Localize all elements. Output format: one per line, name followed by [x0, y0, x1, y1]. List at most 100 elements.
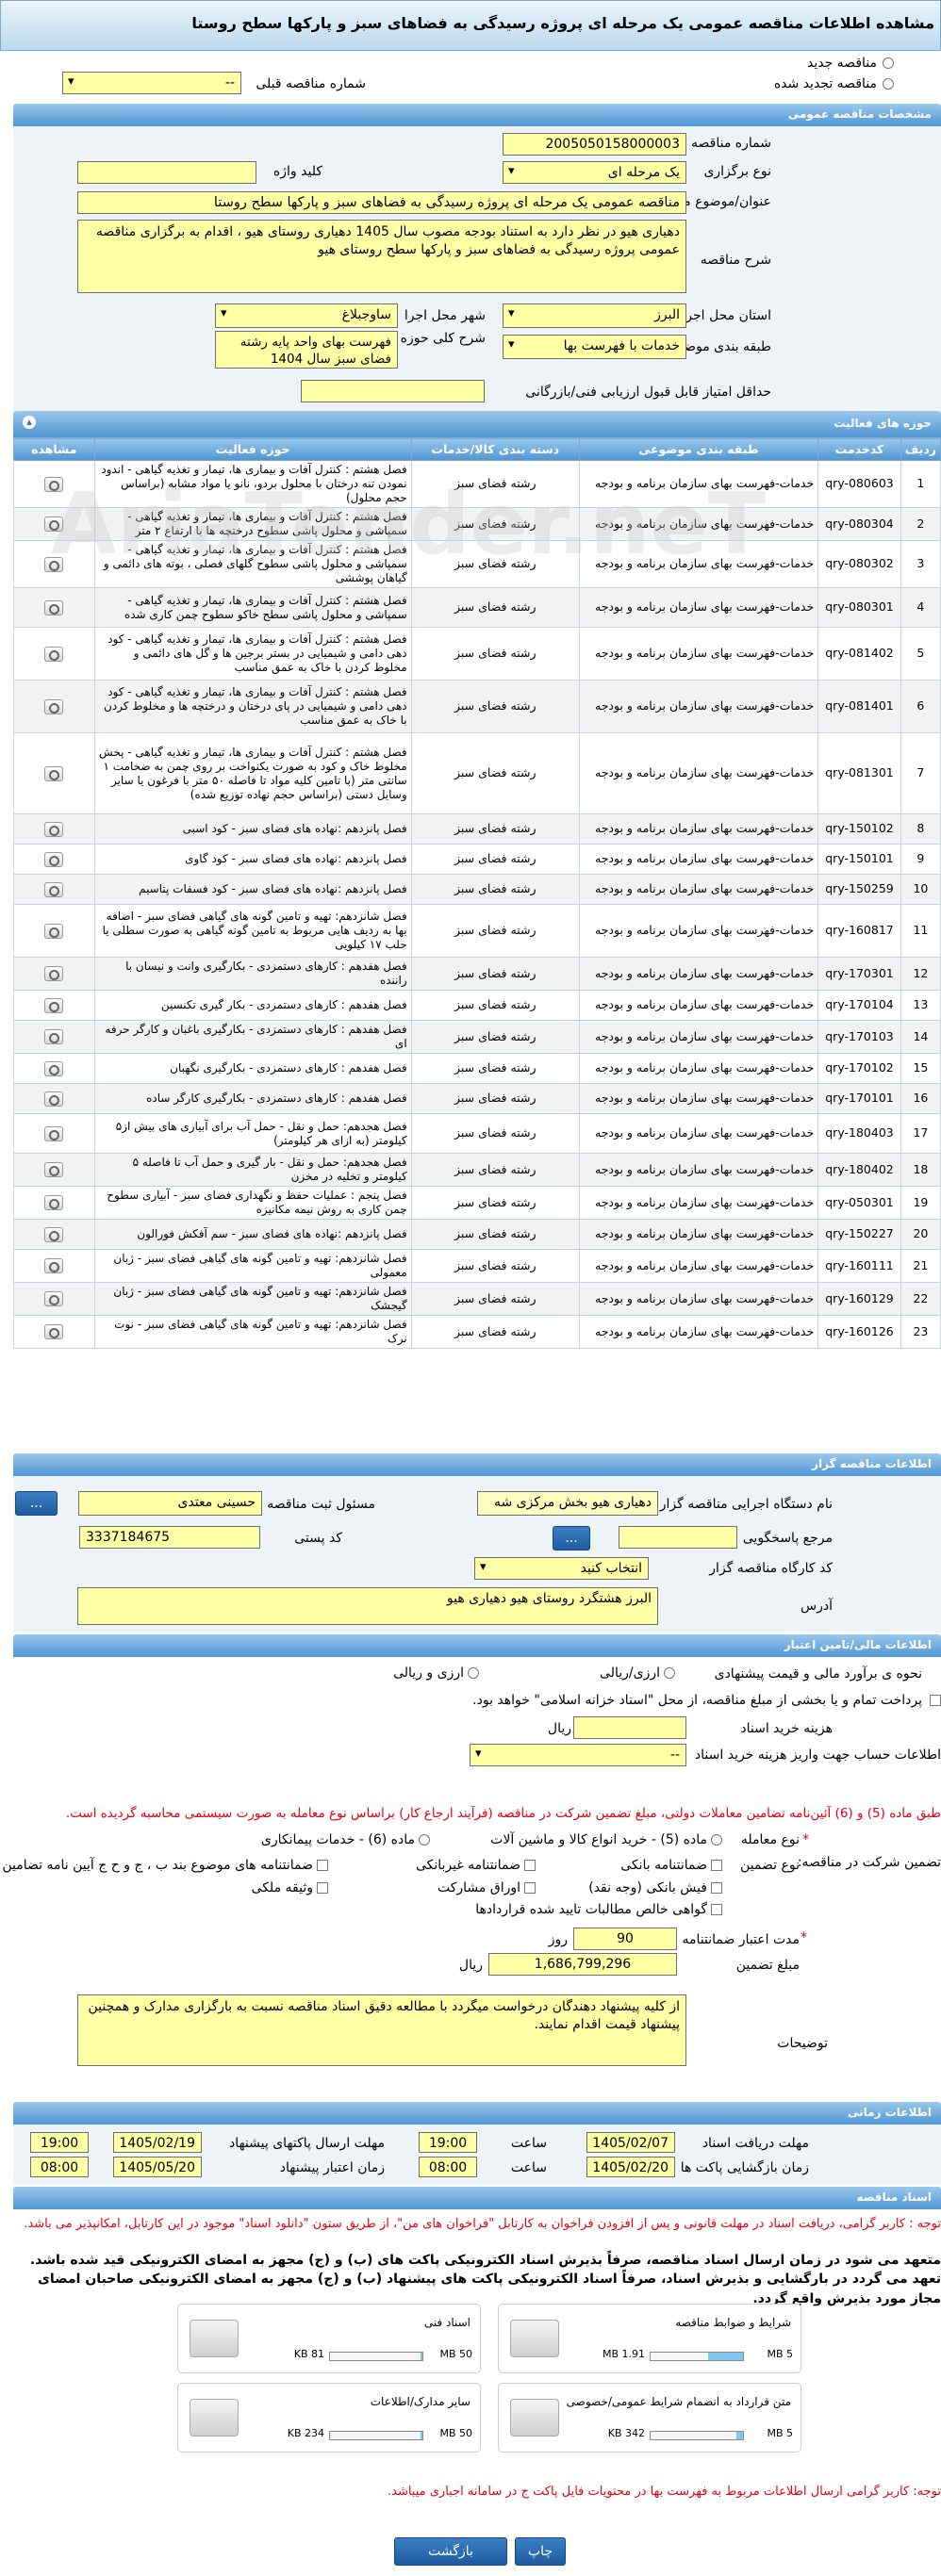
validity-field[interactable]: 90	[573, 1928, 677, 1950]
tender-number-field[interactable]: 2005050158000003	[503, 133, 686, 156]
row-view[interactable]	[13, 904, 95, 958]
row-view[interactable]	[13, 1186, 95, 1220]
row-view[interactable]	[13, 1282, 95, 1316]
row-view[interactable]	[13, 957, 95, 991]
gt-cash-check[interactable]	[711, 1882, 722, 1894]
row-view[interactable]	[13, 874, 95, 905]
gt-nonbank-check[interactable]	[524, 1860, 536, 1871]
receive-time-field[interactable]: 19:00	[419, 2132, 477, 2153]
view-icon[interactable]	[44, 997, 64, 1013]
deal-type-6-radio[interactable]	[419, 1834, 430, 1846]
org-field[interactable]: دهیاری هیو بخش مرکزی شه	[477, 1491, 658, 1516]
scope-field[interactable]: فهرست بهای واحد پایه رشته فضای سبز سال 1…	[215, 331, 398, 369]
row-view[interactable]	[13, 1315, 95, 1349]
row-view[interactable]	[13, 1153, 95, 1187]
subject-field[interactable]: مناقصه عمومی یک مرحله ای پروژه رسیدگی به…	[77, 191, 686, 214]
row-category: خدمات-فهرست بهای سازمان برنامه و بودجه	[578, 1282, 819, 1316]
workshop-code-select[interactable]: انتخاب کنید	[474, 1557, 649, 1580]
keyword-field[interactable]	[77, 161, 256, 184]
gt-bank-check[interactable]	[711, 1860, 722, 1871]
hold-type-select[interactable]: یک مرحله ای	[503, 161, 686, 184]
view-icon[interactable]	[44, 851, 64, 867]
province-select[interactable]: البرز	[503, 304, 686, 328]
view-icon[interactable]	[44, 765, 64, 781]
view-icon[interactable]	[44, 966, 64, 981]
valid-time-field[interactable]: 08:00	[30, 2157, 89, 2177]
valid-date-field[interactable]: 1405/05/20	[113, 2157, 202, 2177]
notes-field[interactable]: از کلیه پیشنهاد دهندگان درخواست میگردد ب…	[77, 1994, 686, 2066]
row-view[interactable]	[13, 813, 95, 845]
gt-property-check[interactable]	[317, 1882, 328, 1894]
row-view[interactable]	[13, 627, 95, 681]
view-icon[interactable]	[44, 646, 64, 662]
view-icon[interactable]	[44, 923, 64, 939]
row-index: 5	[900, 627, 941, 681]
doc-box-contract[interactable]: متن قرارداد به انضمام شرایط عمومی/خصوصی …	[498, 2383, 801, 2453]
view-icon[interactable]	[44, 1060, 64, 1076]
view-icon[interactable]	[44, 1258, 64, 1273]
address-field[interactable]: البرز هشتگرد روستای هیو دهیاری هیو	[77, 1587, 658, 1625]
back-button[interactable]: بازگشت	[394, 2537, 507, 2566]
folder-icon	[190, 2320, 239, 2357]
doc-fee-field[interactable]	[573, 1716, 686, 1739]
gt-bonds-check[interactable]	[524, 1882, 536, 1894]
deal-type-5-radio[interactable]	[711, 1834, 722, 1846]
row-view[interactable]	[13, 990, 95, 1021]
min-score-field[interactable]	[301, 380, 485, 402]
row-view[interactable]	[13, 1020, 95, 1054]
estimate-rial-radio[interactable]	[664, 1667, 675, 1679]
doc-box-conditions[interactable]: شرایط و ضوابط مناقصه 5 MB 1.91 MB	[498, 2304, 801, 2373]
amount-field[interactable]: 1,686,799,296	[488, 1953, 677, 1976]
view-icon[interactable]	[44, 1324, 64, 1339]
view-icon[interactable]	[44, 556, 64, 572]
view-icon[interactable]	[44, 1226, 64, 1242]
view-icon[interactable]	[44, 599, 64, 615]
view-icon[interactable]	[44, 1029, 64, 1044]
view-icon[interactable]	[44, 698, 64, 714]
new-tender-radio[interactable]	[883, 57, 894, 69]
treasury-checkbox[interactable]	[930, 1695, 941, 1706]
row-view[interactable]	[13, 587, 95, 628]
doc-box-technical[interactable]: اسناد فنی 50 MB 81 KB	[177, 2304, 481, 2373]
send-time-field[interactable]: 19:00	[30, 2132, 89, 2153]
view-icon[interactable]	[44, 1091, 64, 1107]
row-view[interactable]	[13, 1113, 95, 1154]
view-icon[interactable]	[44, 1125, 64, 1141]
row-view[interactable]	[13, 844, 95, 875]
print-button[interactable]: چاپ	[515, 2537, 566, 2566]
view-icon[interactable]	[44, 1195, 64, 1210]
row-view[interactable]	[13, 680, 95, 733]
row-view[interactable]	[13, 1249, 95, 1283]
doc-box-other[interactable]: سایر مدارک/اطلاعات 50 MB 234 KB	[177, 2383, 481, 2453]
view-icon[interactable]	[44, 1162, 64, 1177]
gt-claims-check[interactable]	[711, 1904, 722, 1915]
view-icon[interactable]	[44, 517, 64, 532]
reference-field[interactable]	[619, 1526, 737, 1549]
open-time-field[interactable]: 08:00	[419, 2157, 477, 2177]
row-view[interactable]	[13, 732, 95, 814]
gt-bylaws-check[interactable]	[317, 1860, 328, 1871]
open-date-field[interactable]: 1405/02/20	[586, 2157, 675, 2177]
view-icon[interactable]	[44, 476, 64, 492]
row-view[interactable]	[13, 1083, 95, 1114]
view-icon[interactable]	[44, 881, 64, 897]
row-view[interactable]	[13, 1219, 95, 1250]
prev-number-select[interactable]: --	[62, 72, 241, 94]
send-date-field[interactable]: 1405/02/19	[113, 2132, 202, 2153]
responsible-more-button[interactable]: ...	[15, 1491, 58, 1516]
hold-type-label: نوع برگزاری	[703, 164, 771, 179]
view-icon[interactable]	[44, 1291, 64, 1306]
postal-code-field[interactable]: 3337184675	[79, 1526, 260, 1549]
receive-date-field[interactable]: 1405/02/07	[586, 2132, 675, 2153]
estimate-fx-radio[interactable]	[468, 1667, 479, 1679]
row-view[interactable]	[13, 1053, 95, 1084]
reference-more-button[interactable]: ...	[553, 1526, 590, 1551]
renewed-tender-radio[interactable]	[883, 78, 894, 90]
category-select[interactable]: خدمات با فهرست بها	[503, 335, 686, 359]
description-field[interactable]: دهیاری هیو در نظر دارد به استناد بودجه م…	[77, 220, 686, 293]
responsible-field[interactable]: حسینی معتدی	[78, 1491, 262, 1516]
account-select[interactable]: --	[470, 1744, 686, 1766]
city-select[interactable]: ساوجبلاغ	[215, 304, 398, 328]
collapse-icon[interactable]: ▴	[23, 416, 36, 429]
view-icon[interactable]	[44, 821, 64, 837]
